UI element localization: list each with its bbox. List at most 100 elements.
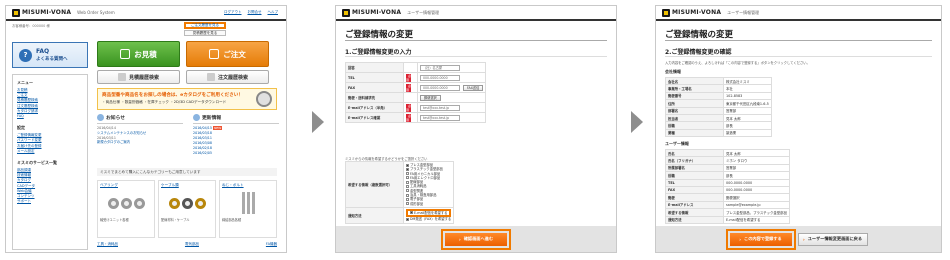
quote-button[interactable]: お見積 <box>97 41 180 67</box>
faq-button[interactable]: ? FAQ よくある質問へ <box>12 42 88 68</box>
form-row: E-mailアドレス確認 必須 test@xxx.test.jp <box>345 112 487 123</box>
order-history-search-button[interactable]: 注文履歴検索 <box>186 70 269 84</box>
text-field[interactable]: （社）名古屋 <box>420 64 460 71</box>
row-value: 見本 太郎 <box>723 113 772 123</box>
product-card[interactable]: ねじ・ボルト 締結部品各種 <box>219 180 277 238</box>
row-value: 東京都千代田区九段南1-6-5 <box>723 99 772 108</box>
row-label: TEL <box>665 178 724 187</box>
table-row: 所属部署名 営業部 <box>665 163 790 173</box>
row-value: 営業部 <box>723 106 772 115</box>
table-row: 郵便 郵便選択 <box>665 193 790 202</box>
order-history-button[interactable]: ご注文履歴を見る <box>184 22 226 29</box>
contact-link[interactable]: お問合せ <box>248 10 262 15</box>
table-row: 通知方法 E-mail配信を希望する <box>665 215 790 224</box>
register-button[interactable]: この内容で登録する <box>725 228 796 250</box>
order-button[interactable]: ご注文 <box>186 41 269 67</box>
product-link[interactable]: 工具・消耗品 <box>97 242 118 247</box>
field-label: 希望する情報（複数選択可） <box>345 161 404 208</box>
logo-text: MISUMI-VONA <box>22 9 72 16</box>
email-confirm-field[interactable]: test@xxx.test.jp <box>420 114 460 121</box>
step-title: 1.ご登録情報変更の入力 <box>345 49 412 56</box>
table-row: TEL 000-0000-0000 <box>665 178 790 187</box>
question-icon: ? <box>19 48 32 62</box>
row-value: 102-8583 <box>723 91 772 101</box>
row-label: 住所 <box>665 99 724 108</box>
row-value: プレス金型部品、プラスチック金型部品 <box>723 208 790 217</box>
row-value: 部長 <box>723 121 772 130</box>
field-label: E-mailアドレス確認 <box>345 112 404 123</box>
back-to-edit-button[interactable]: ユーザー情報変更画面に戻る <box>797 232 868 246</box>
order-button-label: ご注文 <box>223 49 246 59</box>
calculator-icon <box>120 49 131 59</box>
row-value: sample@example.jp <box>723 200 790 210</box>
row-label: 担当者 <box>665 113 724 123</box>
section-title: ユーザー情報 <box>665 141 689 146</box>
updates-section: 更新情報 2016/04/15 NEW 2016/03/18 2016/03/1… <box>193 114 279 164</box>
step-arrow-icon <box>312 111 324 133</box>
table-row: 郵便番号 102-8583 <box>665 91 772 101</box>
faq-title: FAQ <box>36 48 50 55</box>
fax-send-button[interactable]: FAX送信 <box>463 84 484 91</box>
header-label: ユーザー情報管理 <box>407 9 440 15</box>
logo-text: MISUMI-VONA <box>672 9 722 16</box>
help-link[interactable]: ヘルプ <box>268 10 279 15</box>
table-row: 業種 製造業 <box>665 128 772 138</box>
logo[interactable]: MISUMI-VONA <box>12 8 72 17</box>
header: MISUMI-VONA ユーザー情報管理 <box>656 6 941 21</box>
news-title: お知らせ <box>106 116 126 121</box>
row-value: 000-0000-0000 <box>723 178 790 187</box>
proceed-confirm-button[interactable]: 確認画面へ進む <box>441 228 511 250</box>
update-link[interactable]: 2016/02/05 <box>193 151 279 156</box>
ecatalog-banner[interactable]: 商品型番や商品名をお探しの場合は、eカタログをご利用ください！ ・商品仕様 ・数… <box>97 88 277 110</box>
dm-notify-option[interactable]: DM発送（FAX）を希望する <box>406 217 451 221</box>
product-link[interactable]: FA機器 <box>266 242 277 247</box>
tel-field[interactable]: 000-0000-0000 <box>420 74 460 81</box>
logo-icon <box>662 8 670 17</box>
service-item[interactable]: サポート <box>17 199 83 204</box>
screenshot-confirm: MISUMI-VONA ユーザー情報管理 ご登録情報の変更 2.ご登録情報変更の… <box>655 5 942 253</box>
form-row: 郵便・送料請求先 郵便選択 <box>345 92 487 103</box>
row-label: 郵便番号 <box>665 91 724 101</box>
table-row: 住所 東京都千代田区九段南1-6-5 <box>665 99 772 108</box>
field-label: FAX <box>345 82 404 93</box>
logo-icon <box>12 8 20 17</box>
logo-text: MISUMI-VONA <box>352 9 402 16</box>
table-row: 事業所・工場名 本社 <box>665 84 772 93</box>
company-info-table: 会社名 株式会社ミスミ 事業所・工場名 本社 郵便番号 102-8583 住所 東京都千… <box>665 76 772 138</box>
table-row: 希望する情報 プレス金型部品、プラスチック金型部品 <box>665 208 790 217</box>
product-link[interactable]: 電気部品 <box>185 242 199 247</box>
row-value: 000-0000-0000 <box>723 185 790 195</box>
field-label: TEL <box>345 72 404 83</box>
logo[interactable]: MISUMI-VONA <box>342 8 402 17</box>
product-card[interactable]: ケーブル類 配線材料・ケーブル <box>158 180 216 238</box>
row-value: ミホン タロウ <box>723 156 790 165</box>
news-link[interactable]: 新規カタログのご案内 <box>97 140 183 145</box>
product-card[interactable]: ベアリング 軸受けユニット各種 <box>97 180 155 238</box>
row-label: 氏名 <box>665 148 724 158</box>
logo-icon <box>342 8 350 17</box>
row-label: 部署名 <box>665 106 724 115</box>
fax-field[interactable]: 000-0000-0000 <box>420 84 460 91</box>
section-title: 会社情報 <box>665 69 681 74</box>
updates-title: 更新情報 <box>202 116 222 121</box>
header: MISUMI-VONA ユーザー情報管理 <box>336 6 616 21</box>
email-field[interactable]: test@xxx.test.jp <box>420 104 460 111</box>
row-label: 希望する情報 <box>665 208 724 217</box>
logo[interactable]: MISUMI-VONA <box>662 8 722 17</box>
screenshot-top-page: MISUMI-VONA Web Order System ログアウト お問合せ … <box>5 5 287 253</box>
quote-history-search-button[interactable]: 見積履歴検索 <box>97 70 180 84</box>
info-icon <box>97 114 104 121</box>
row-label: 郵便 <box>665 193 724 202</box>
product-title: ケーブル類 <box>161 183 179 187</box>
row-label: 氏名（フリガナ） <box>665 156 724 165</box>
postal-select-button[interactable]: 郵便選択 <box>420 94 441 101</box>
action-bar: この内容で登録する ユーザー情報変更画面に戻る <box>656 226 941 252</box>
checkbox-option[interactable]: 成形部品 <box>406 202 451 206</box>
field-label: E-mailアドレス（半角） <box>345 102 404 113</box>
document-icon <box>206 73 215 81</box>
quote-history-link[interactable]: 見積履歴を見る <box>184 30 226 36</box>
page-title: ご登録情報の変更 <box>665 30 734 40</box>
table-row: 会社名 株式会社ミスミ <box>665 76 772 86</box>
form-row: E-mailアドレス（半角） 必須 test@xxx.test.jp <box>345 102 487 113</box>
logout-link[interactable]: ログアウト <box>224 10 242 15</box>
